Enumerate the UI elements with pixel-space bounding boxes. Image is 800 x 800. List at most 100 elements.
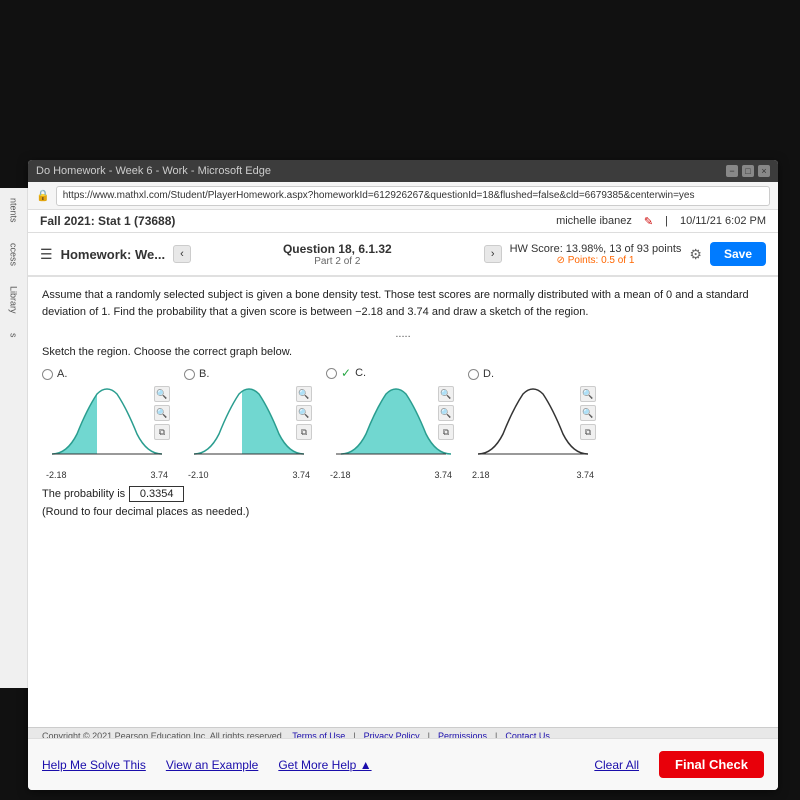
- app-header: Fall 2021: Stat 1 (73688) michelle ibane…: [28, 210, 778, 233]
- graph-c-labels: -2.18 3.74: [326, 470, 456, 480]
- save-button[interactable]: Save: [710, 242, 766, 266]
- zoom-out-a[interactable]: 🔍: [154, 405, 170, 421]
- option-c-text: C.: [355, 367, 366, 379]
- expand-d[interactable]: ⧉: [580, 424, 596, 440]
- username: michelle ibanez: [556, 215, 632, 227]
- course-title: Fall 2021: Stat 1 (73688): [40, 214, 175, 228]
- sidebar-item-contents[interactable]: ntents: [9, 198, 19, 223]
- browser-addressbar: 🔒: [28, 182, 778, 210]
- option-d-label[interactable]: D.: [468, 368, 494, 380]
- view-example-btn[interactable]: View an Example: [166, 758, 259, 772]
- next-question-btn[interactable]: ›: [484, 245, 502, 263]
- graph-a-container: 🔍 🔍 ⧉: [42, 384, 172, 474]
- option-b-label[interactable]: B.: [184, 368, 209, 380]
- graph-c-left: -2.18: [330, 470, 351, 480]
- radio-d[interactable]: [468, 369, 479, 380]
- zoom-out-c[interactable]: 🔍: [438, 405, 454, 421]
- graph-option-c: ✓ C. 🔍 🔍 ⧉ -2.1: [326, 366, 456, 474]
- check-icon: ⊘: [557, 255, 565, 266]
- sidebar-item-s[interactable]: s: [9, 333, 19, 338]
- graph-d-labels: 2.18 3.74: [468, 470, 598, 480]
- graph-option-b: B. 🔍 🔍 ⧉: [184, 368, 314, 474]
- get-more-help-btn[interactable]: Get More Help ▲: [278, 758, 371, 772]
- hamburger-icon[interactable]: ☰: [40, 246, 53, 263]
- question-number: Question 18, 6.1.32: [199, 242, 476, 256]
- round-note: (Round to four decimal places as needed.…: [42, 506, 764, 518]
- sidebar-item-library[interactable]: Library: [9, 286, 19, 314]
- graph-a-labels: -2.18 3.74: [42, 470, 172, 480]
- option-d-text: D.: [483, 368, 494, 380]
- graphs-row: A. 🔍 🔍 ⧉: [42, 366, 764, 474]
- graph-d-icons: 🔍 🔍 ⧉: [580, 386, 596, 440]
- address-input[interactable]: [56, 186, 770, 206]
- points-text: ⊘ Points: 0.5 of 1: [510, 255, 682, 266]
- final-check-button[interactable]: Final Check: [659, 751, 764, 778]
- browser-titlebar: Do Homework - Week 6 - Work - Microsoft …: [28, 160, 778, 182]
- graph-c-svg: [326, 384, 456, 464]
- prev-question-btn[interactable]: ‹: [173, 245, 191, 263]
- help-me-solve-btn[interactable]: Help Me Solve This: [42, 758, 146, 772]
- option-c-label[interactable]: ✓ C.: [326, 366, 366, 380]
- hw-score-info: HW Score: 13.98%, 13 of 93 points ⊘ Poin…: [510, 243, 682, 266]
- check-icon-c: ✓: [341, 366, 351, 380]
- question-info: Question 18, 6.1.32 Part 2 of 2: [199, 242, 476, 267]
- question-part: Part 2 of 2: [199, 256, 476, 267]
- zoom-in-b[interactable]: 🔍: [296, 386, 312, 402]
- probability-label: The probability is: [42, 488, 125, 500]
- expand-b[interactable]: ⧉: [296, 424, 312, 440]
- graph-a-right: 3.74: [150, 470, 168, 480]
- hw-score-text: HW Score: 13.98%, 13 of 93 points: [510, 243, 682, 255]
- graph-c-icons: 🔍 🔍 ⧉: [438, 386, 454, 440]
- graph-b-left: -2.10: [188, 470, 209, 480]
- more-dots[interactable]: .....: [42, 328, 764, 340]
- graph-c-right: 3.74: [434, 470, 452, 480]
- graph-b-svg: [184, 384, 314, 464]
- window-controls: − □ ×: [726, 165, 770, 177]
- sketch-instruction: Sketch the region. Choose the correct gr…: [42, 346, 764, 358]
- graph-d-svg: [468, 384, 598, 464]
- zoom-in-a[interactable]: 🔍: [154, 386, 170, 402]
- close-btn[interactable]: ×: [758, 165, 770, 177]
- gear-icon[interactable]: ⚙: [689, 246, 702, 263]
- probability-row: The probability is 0.3354: [42, 486, 764, 502]
- probability-value: 0.3354: [129, 486, 184, 502]
- sidebar: ntents ccess Library s: [0, 188, 28, 688]
- graph-a-icons: 🔍 🔍 ⧉: [154, 386, 170, 440]
- zoom-in-c[interactable]: 🔍: [438, 386, 454, 402]
- bottom-bar: Help Me Solve This View an Example Get M…: [28, 738, 778, 790]
- browser-title: Do Homework - Week 6 - Work - Microsoft …: [36, 165, 271, 177]
- graph-b-right: 3.74: [292, 470, 310, 480]
- expand-c[interactable]: ⧉: [438, 424, 454, 440]
- option-b-text: B.: [199, 368, 209, 380]
- clear-all-button[interactable]: Clear All: [594, 758, 639, 772]
- homework-label: Homework: We...: [61, 247, 166, 262]
- graph-b-container: 🔍 🔍 ⧉: [184, 384, 314, 474]
- expand-a[interactable]: ⧉: [154, 424, 170, 440]
- lock-icon: 🔒: [36, 189, 50, 202]
- option-a-text: A.: [57, 368, 67, 380]
- zoom-out-b[interactable]: 🔍: [296, 405, 312, 421]
- divider: |: [665, 215, 668, 227]
- graph-b-icons: 🔍 🔍 ⧉: [296, 386, 312, 440]
- graph-option-a: A. 🔍 🔍 ⧉: [42, 368, 172, 474]
- content-area: Assume that a randomly selected subject …: [28, 277, 778, 727]
- option-a-label[interactable]: A.: [42, 368, 67, 380]
- header-right: michelle ibanez ✎ | 10/11/21 6:02 PM: [556, 215, 766, 228]
- zoom-out-d[interactable]: 🔍: [580, 405, 596, 421]
- radio-a[interactable]: [42, 369, 53, 380]
- zoom-in-d[interactable]: 🔍: [580, 386, 596, 402]
- radio-b[interactable]: [184, 369, 195, 380]
- user-icon: ✎: [644, 215, 653, 228]
- graph-d-left: 2.18: [472, 470, 490, 480]
- minimize-btn[interactable]: −: [726, 165, 738, 177]
- browser-window: Do Homework - Week 6 - Work - Microsoft …: [28, 160, 778, 790]
- graph-c-container: 🔍 🔍 ⧉ -2.18 3.74: [326, 384, 456, 474]
- graph-a-svg: [42, 384, 172, 464]
- nav-bar: ☰ Homework: We... ‹ Question 18, 6.1.32 …: [28, 233, 778, 277]
- graph-d-right: 3.74: [576, 470, 594, 480]
- points-value: Points: 0.5 of 1: [568, 255, 635, 266]
- maximize-btn[interactable]: □: [742, 165, 754, 177]
- graph-option-d: D. 🔍 🔍 ⧉ 2.18 3.74: [468, 368, 598, 474]
- radio-c[interactable]: [326, 368, 337, 379]
- sidebar-item-access[interactable]: ccess: [9, 243, 19, 266]
